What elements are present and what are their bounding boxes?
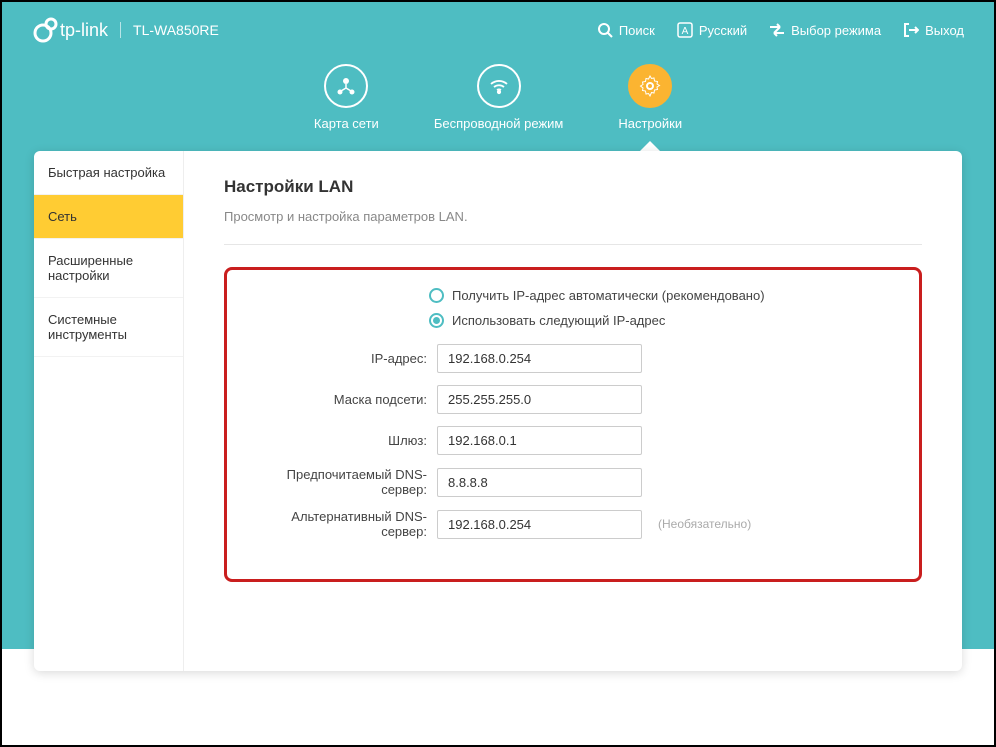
sidebar-item-system[interactable]: Системные инструменты [34,298,183,357]
radio-unchecked-icon [429,288,444,303]
language-icon: A [677,22,693,38]
tab-wireless[interactable]: Беспроводной режим [434,64,564,131]
radio-auto-ip[interactable]: Получить IP-адрес автоматически (рекомен… [429,288,897,303]
ip-address-label: IP-адрес: [249,351,427,366]
sidebar: Быстрая настройка Сеть Расширенные настр… [34,151,184,671]
divider [224,244,922,245]
search-icon [597,22,613,38]
language-button[interactable]: A Русский [677,22,747,38]
model-name: TL-WA850RE [120,22,219,38]
sidebar-item-network[interactable]: Сеть [34,195,183,239]
dns1-label: Предпочитаемый DNS-сервер: [249,467,427,497]
network-map-icon [324,64,368,108]
logout-label: Выход [925,23,964,38]
wireless-icon [477,64,521,108]
svg-text:A: A [682,26,689,37]
page-description: Просмотр и настройка параметров LAN. [224,209,922,224]
settings-icon [628,64,672,108]
tab-wireless-label: Беспроводной режим [434,116,564,131]
tab-map-label: Карта сети [314,116,379,131]
mode-label: Выбор режима [791,23,881,38]
tab-settings-label: Настройки [618,116,682,131]
tab-settings[interactable]: Настройки [618,64,682,131]
dns2-hint: (Необязательно) [658,517,751,531]
subnet-mask-label: Маска подсети: [249,392,427,407]
sidebar-item-quick-setup[interactable]: Быстрая настройка [34,151,183,195]
subnet-mask-input[interactable] [437,385,642,414]
dns2-label: Альтернативный DNS-сервер: [249,509,427,539]
ip-address-input[interactable] [437,344,642,373]
page-title: Настройки LAN [224,177,922,197]
gateway-label: Шлюз: [249,433,427,448]
mode-icon [769,22,785,38]
radio-auto-label: Получить IP-адрес автоматически (рекомен… [452,288,765,303]
radio-checked-icon [429,313,444,328]
gateway-input[interactable] [437,426,642,455]
mode-button[interactable]: Выбор режима [769,22,881,38]
search-label: Поиск [619,23,655,38]
radio-manual-ip[interactable]: Использовать следующий IP-адрес [429,313,897,328]
language-label: Русский [699,23,747,38]
dns2-input[interactable] [437,510,642,539]
lan-settings-form: Получить IP-адрес автоматически (рекомен… [224,267,922,582]
logout-button[interactable]: Выход [903,22,964,38]
brand-name: tp-link [60,20,108,41]
logout-icon [903,22,919,38]
search-button[interactable]: Поиск [597,22,655,38]
tab-network-map[interactable]: Карта сети [314,64,379,131]
dns1-input[interactable] [437,468,642,497]
sidebar-item-advanced[interactable]: Расширенные настройки [34,239,183,298]
radio-manual-label: Использовать следующий IP-адрес [452,313,665,328]
tp-link-logo-icon [32,16,60,44]
